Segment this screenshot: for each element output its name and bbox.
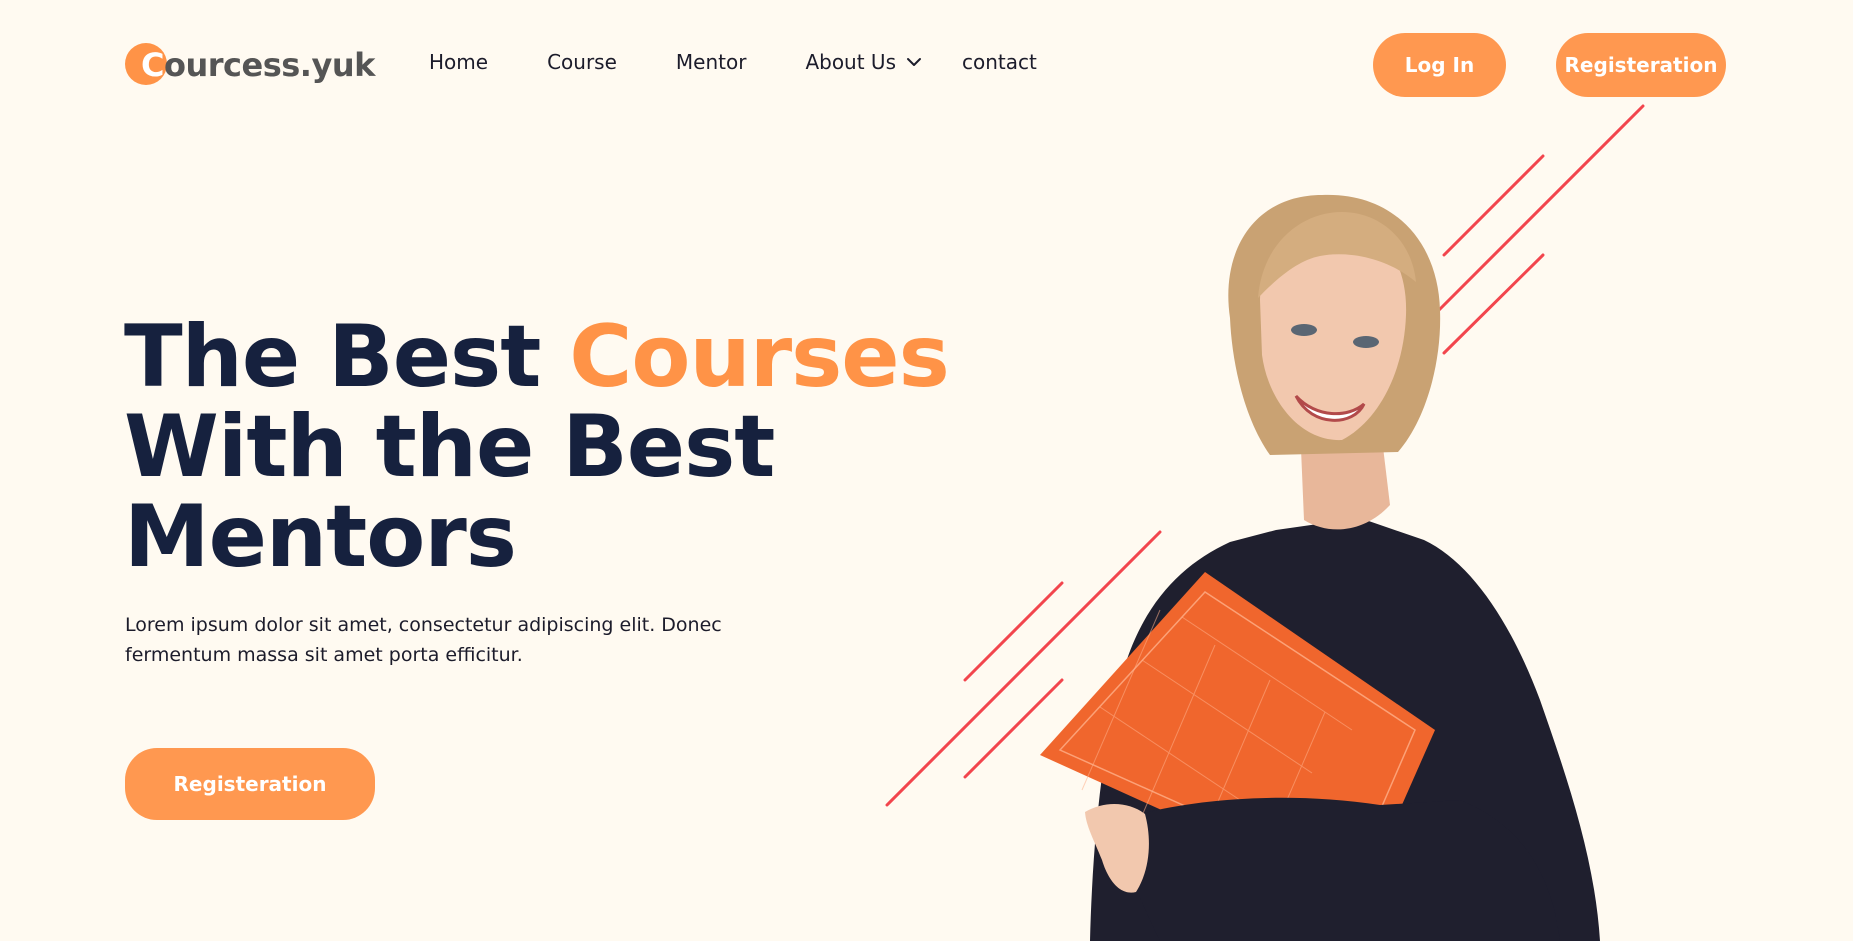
decor-lines-top xyxy=(1430,104,1645,355)
main-nav: Home Course Mentor About Us contact xyxy=(429,50,1037,74)
nav-mentor[interactable]: Mentor xyxy=(676,50,747,74)
landing-page: C Courcess.yuk Home Course Mentor About … xyxy=(0,0,1853,941)
register-button-header[interactable]: Registeration xyxy=(1556,33,1726,97)
sleeve xyxy=(1120,797,1560,941)
nav-contact[interactable]: contact xyxy=(962,50,1037,74)
nav-about-us[interactable]: About Us xyxy=(805,50,922,74)
hero-illustration xyxy=(885,104,1645,941)
hero-description: Lorem ipsum dolor sit amet, consectetur … xyxy=(125,614,722,666)
nav-home[interactable]: Home xyxy=(429,50,488,74)
logo-text: Courcess.yuk xyxy=(125,42,375,88)
nav-course[interactable]: Course xyxy=(547,50,617,74)
chevron-down-icon[interactable] xyxy=(906,54,922,70)
hero-title-line2: With the Best xyxy=(124,397,775,497)
nav-about-us-label: About Us xyxy=(805,50,896,74)
logo-rest: ourcess.yuk xyxy=(163,46,375,84)
right-eye xyxy=(1353,336,1379,348)
hero-title-line3: Mentors xyxy=(124,487,517,587)
left-eye xyxy=(1291,324,1317,336)
logo[interactable]: C Courcess.yuk xyxy=(125,42,375,88)
register-button-hero[interactable]: Registeration xyxy=(125,748,375,820)
login-button[interactable]: Log In xyxy=(1373,33,1506,97)
hero-title-part1: The Best xyxy=(124,307,570,407)
